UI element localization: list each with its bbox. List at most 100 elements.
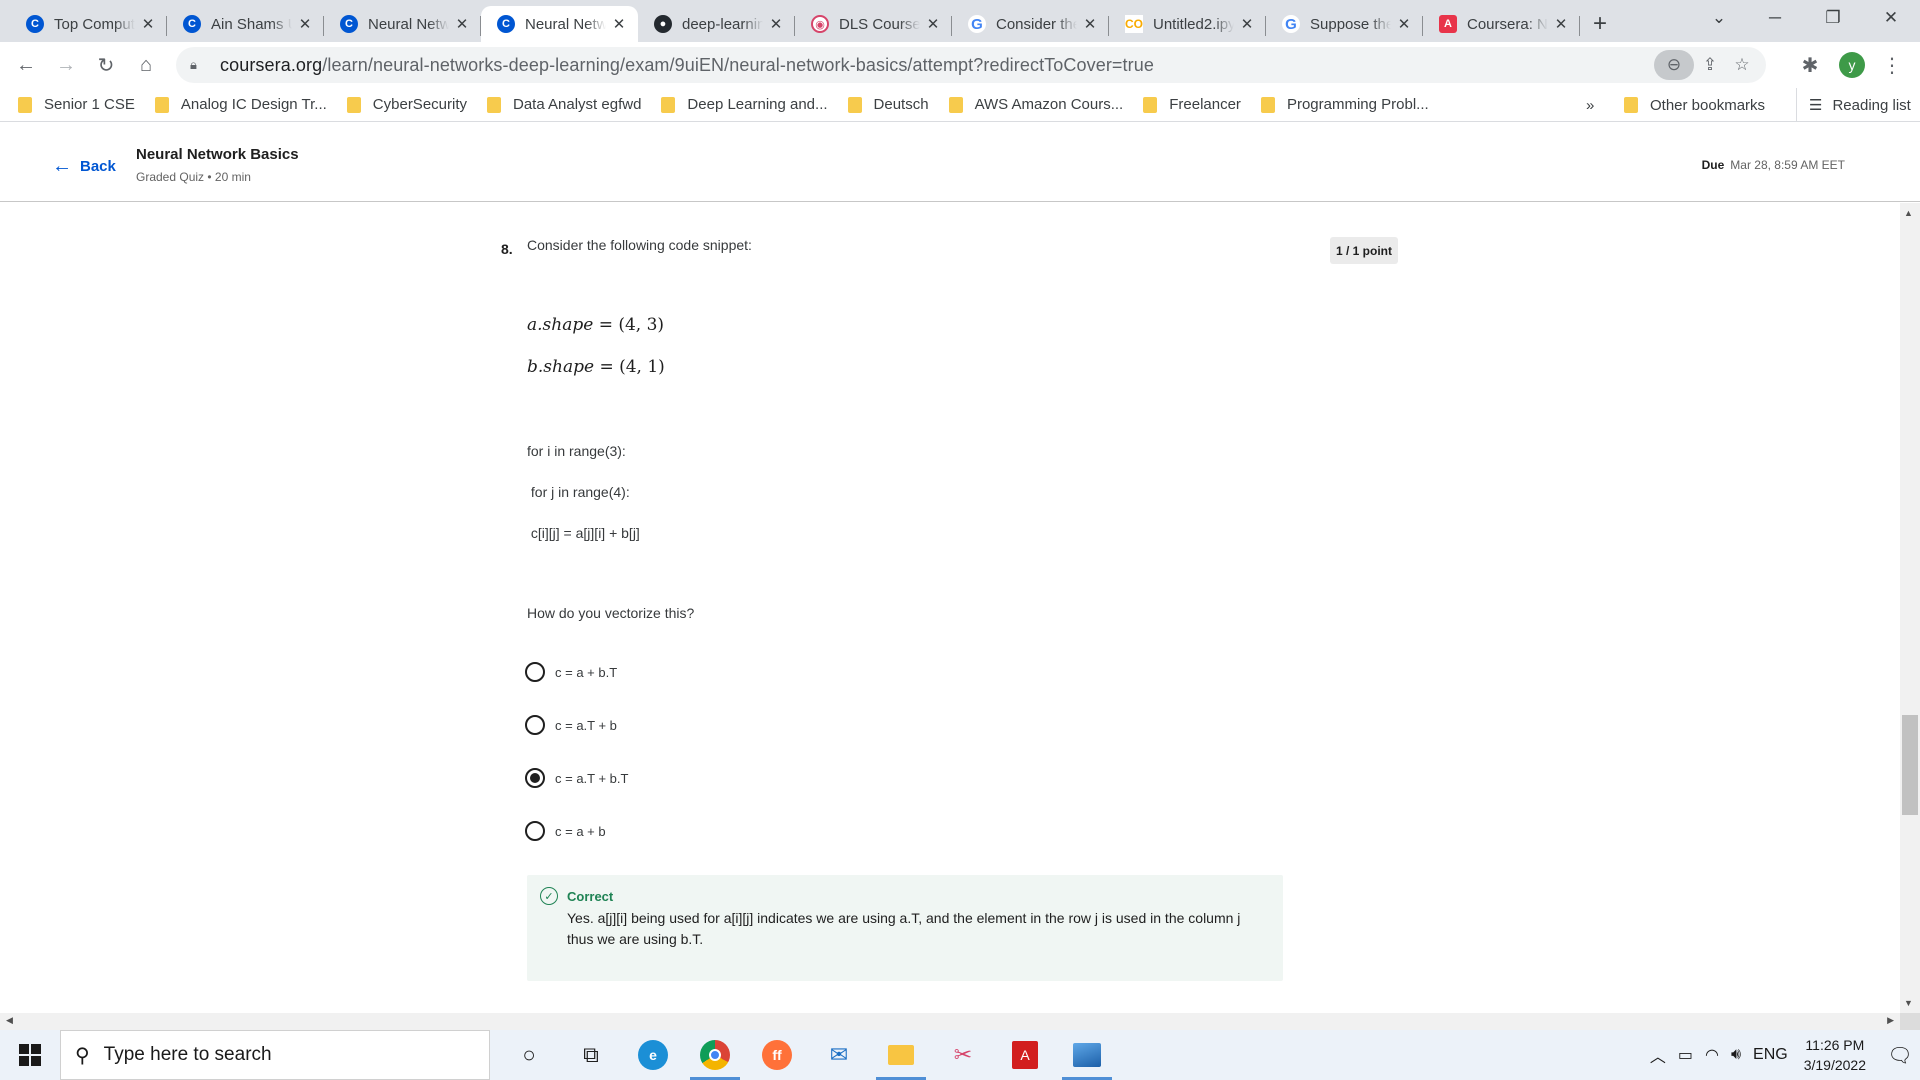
- bookmark-star-icon[interactable]: ☆: [1726, 50, 1758, 80]
- reading-list-icon: ☰: [1809, 97, 1823, 114]
- other-bookmarks[interactable]: Other bookmarks: [1624, 88, 1765, 122]
- bookmark-folder[interactable]: AWS Amazon Cours...: [948, 96, 1123, 113]
- share-icon[interactable]: ⇪: [1694, 50, 1726, 80]
- battery-icon[interactable]: ▭: [1678, 1045, 1693, 1065]
- profile-avatar[interactable]: y: [1834, 46, 1870, 84]
- radio-button[interactable]: [525, 715, 545, 735]
- bookmark-folder[interactable]: Senior 1 CSE: [18, 96, 135, 113]
- file-explorer-icon[interactable]: [870, 1030, 932, 1080]
- notification-icon[interactable]: 🗨︎: [1880, 1043, 1920, 1068]
- close-tab-icon[interactable]: ✕: [1552, 15, 1570, 33]
- code-line: for j in range(4):: [527, 484, 630, 500]
- coursera-icon: C: [26, 15, 44, 33]
- google-icon: G: [968, 15, 986, 33]
- close-tab-icon[interactable]: ✕: [1081, 15, 1099, 33]
- close-tab-icon[interactable]: ✕: [610, 15, 628, 33]
- address-bar[interactable]: 🔒︎ coursera.org/learn/neural-networks-de…: [176, 47, 1766, 83]
- bookmarks-overflow-button[interactable]: »: [1586, 88, 1594, 122]
- bookmark-folder[interactable]: Deep Learning and...: [661, 96, 828, 113]
- volume-icon[interactable]: 🔊︎: [1731, 1046, 1741, 1064]
- reading-list[interactable]: ☰ Reading list: [1796, 88, 1911, 122]
- google-icon: G: [1282, 15, 1300, 33]
- folder-icon: [1624, 97, 1638, 113]
- bookmark-folder[interactable]: Deutsch: [847, 96, 929, 113]
- bookmark-folder[interactable]: Data Analyst egfwd: [487, 96, 641, 113]
- tab-ain-shams[interactable]: C Ain Shams Univ ✕: [167, 6, 324, 42]
- close-tab-icon[interactable]: ✕: [767, 15, 785, 33]
- answer-option[interactable]: c = a + b: [525, 821, 606, 841]
- scroll-up-arrow-icon[interactable]: ▲: [1904, 208, 1913, 218]
- horizontal-scrollbar[interactable]: ◀ ▶: [0, 1013, 1900, 1030]
- minimize-button[interactable]: ─: [1746, 0, 1804, 36]
- clock[interactable]: 11:26 PM 3/19/2022: [1804, 1035, 1866, 1075]
- tab-dls-course[interactable]: ◉ DLS Course ✕: [795, 6, 952, 42]
- close-tab-icon[interactable]: ✕: [296, 15, 314, 33]
- tab-colab-notebook[interactable]: CO Untitled2.ipynb ✕: [1109, 6, 1266, 42]
- close-tab-icon[interactable]: ✕: [924, 15, 942, 33]
- cortana-icon[interactable]: ○: [498, 1030, 560, 1080]
- tab-deep-learning-github[interactable]: ● deep-learning ✕: [638, 6, 795, 42]
- tab-search-chevron-icon[interactable]: ⌄: [1690, 0, 1748, 36]
- radio-button[interactable]: [525, 662, 545, 682]
- wifi-icon[interactable]: ◠: [1705, 1045, 1719, 1065]
- new-tab-button[interactable]: +: [1582, 6, 1618, 42]
- radio-button[interactable]: [525, 821, 545, 841]
- answer-option[interactable]: c = a + b.T: [525, 662, 617, 682]
- tab-consider-the[interactable]: G Consider the ✕: [952, 6, 1109, 42]
- tab-top-computer[interactable]: C Top Computer ✕: [10, 6, 167, 42]
- close-tab-icon[interactable]: ✕: [1395, 15, 1413, 33]
- code-line: for i in range(3):: [527, 443, 626, 459]
- browser-toolbar: ← → ↻ ⌂ 🔒︎ coursera.org/learn/neural-net…: [0, 42, 1920, 88]
- browser-menu-icon[interactable]: ⋮: [1874, 46, 1910, 84]
- bookmark-folder[interactable]: Programming Probl...: [1260, 96, 1429, 113]
- task-view-icon[interactable]: ⧉: [560, 1030, 622, 1080]
- close-window-button[interactable]: ✕: [1862, 0, 1920, 36]
- start-button[interactable]: [0, 1030, 60, 1080]
- scroll-down-arrow-icon[interactable]: ▼: [1904, 998, 1913, 1008]
- home-icon[interactable]: ⌂: [126, 45, 166, 85]
- bookmark-folder[interactable]: Freelancer: [1143, 96, 1241, 113]
- tab-neural-networks-1[interactable]: C Neural Netw ✕: [324, 6, 481, 42]
- github-icon: ●: [654, 15, 672, 33]
- taskbar-search-box[interactable]: ⚲ Type here to search: [60, 1030, 490, 1080]
- forward-arrow-icon[interactable]: →: [46, 45, 86, 85]
- tab-neural-networks-active[interactable]: C Neural Netw ✕: [481, 6, 638, 42]
- close-tab-icon[interactable]: ✕: [1238, 15, 1256, 33]
- bookmark-folder[interactable]: CyberSecurity: [346, 96, 467, 113]
- close-tab-icon[interactable]: ✕: [453, 15, 471, 33]
- back-arrow-icon[interactable]: ←: [6, 45, 46, 85]
- edge-icon[interactable]: e: [622, 1030, 684, 1080]
- language-indicator[interactable]: ENG: [1753, 1046, 1788, 1064]
- zoom-icon[interactable]: ⊖: [1654, 50, 1694, 80]
- url-text[interactable]: coursera.org/learn/neural-networks-deep-…: [220, 55, 1154, 76]
- firefox-icon[interactable]: ff: [746, 1030, 808, 1080]
- folder-icon: [948, 96, 963, 113]
- extensions-puzzle-icon[interactable]: ✱: [1792, 46, 1828, 84]
- math-line-b: b.shape = (4, 1): [527, 357, 665, 377]
- tab-suppose-the[interactable]: G Suppose the ✕: [1266, 6, 1423, 42]
- scrollbar-thumb[interactable]: [1902, 715, 1918, 815]
- restore-button[interactable]: ❐: [1804, 0, 1862, 36]
- answer-option-selected[interactable]: c = a.T + b.T: [525, 768, 628, 788]
- scroll-left-arrow-icon[interactable]: ◀: [6, 1015, 13, 1026]
- reload-icon[interactable]: ↻: [86, 45, 126, 85]
- vertical-scrollbar[interactable]: ▲ ▼: [1900, 203, 1920, 1013]
- question-number: 8.: [501, 241, 513, 257]
- scrollbar-corner: [1900, 1013, 1920, 1030]
- snipping-tool-icon[interactable]: ✂: [932, 1030, 994, 1080]
- quiz-subtitle: Graded Quiz • 20 min: [136, 170, 251, 184]
- chrome-icon[interactable]: [684, 1030, 746, 1080]
- tab-coursera[interactable]: A Coursera: N ✕: [1423, 6, 1580, 42]
- bookmark-folder[interactable]: Analog IC Design Tr...: [154, 96, 327, 113]
- lock-icon[interactable]: 🔒︎: [190, 57, 206, 73]
- chevron-up-icon[interactable]: ︿: [1650, 1043, 1666, 1067]
- radio-button-selected[interactable]: [525, 768, 545, 788]
- scroll-right-arrow-icon[interactable]: ▶: [1887, 1015, 1894, 1026]
- folder-icon: [661, 96, 676, 113]
- acrobat-icon[interactable]: A: [994, 1030, 1056, 1080]
- mail-icon[interactable]: ✉: [808, 1030, 870, 1080]
- close-tab-icon[interactable]: ✕: [139, 15, 157, 33]
- photos-icon[interactable]: [1056, 1030, 1118, 1080]
- back-link[interactable]: ← Back: [52, 155, 116, 178]
- answer-option[interactable]: c = a.T + b: [525, 715, 617, 735]
